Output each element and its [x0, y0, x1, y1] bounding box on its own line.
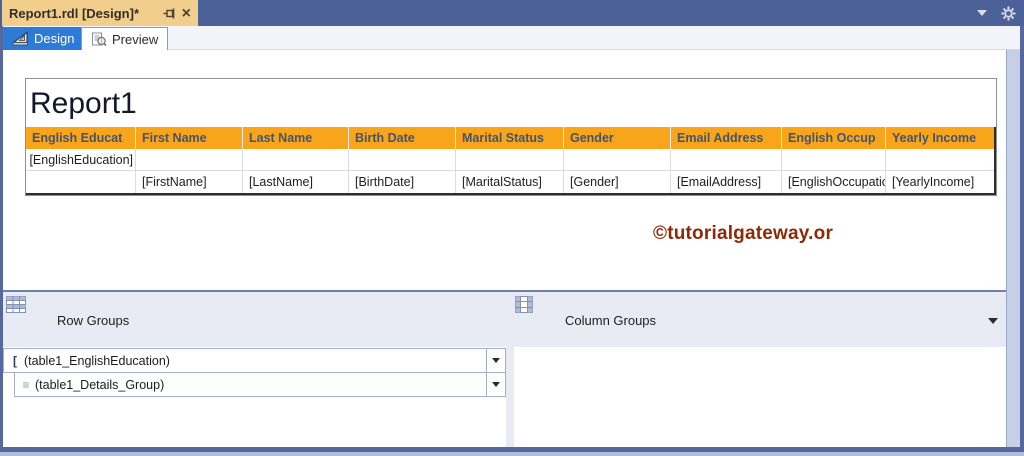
group-cell-empty[interactable]	[564, 149, 671, 171]
detail-cell[interactable]: [FirstName]	[136, 171, 243, 193]
detail-cell[interactable]: [LastName]	[243, 171, 349, 193]
table-header-row: English Educat First Name Last Name Birt…	[26, 127, 994, 149]
chevron-down-icon[interactable]	[977, 10, 987, 16]
header-cell[interactable]: First Name	[136, 127, 243, 149]
tab-design-label: Design	[34, 31, 75, 46]
report-title-textbox[interactable]: Report1	[26, 79, 996, 127]
row-group-item-english-education[interactable]: [ (table1_EnglishEducation)	[3, 348, 506, 373]
watermark-text: ©tutorialgateway.or	[653, 223, 834, 244]
window-left-border	[0, 26, 3, 447]
document-tab[interactable]: Report1.rdl [Design]* ×	[2, 0, 198, 26]
group-cell-empty[interactable]	[782, 149, 886, 171]
header-cell[interactable]: Birth Date	[349, 127, 456, 149]
column-groups-list	[514, 347, 1006, 447]
detail-cell[interactable]: [YearlyIncome]	[886, 171, 994, 193]
title-bar: Report1.rdl [Design]* ×	[0, 0, 1024, 26]
details-group-icon: ≡	[22, 377, 30, 392]
row-groups-title: Row Groups	[57, 313, 130, 328]
group-cell[interactable]: [EnglishEducation]	[26, 149, 136, 171]
grouping-pane: Row Groups Column Groups [ (table1_Engli…	[0, 290, 1024, 447]
report-designer-window: Report1.rdl [Design]* × Design Preview R…	[0, 0, 1024, 456]
details-row: [FirstName] [LastName] [BirthDate] [Mari…	[26, 171, 994, 193]
view-tab-strip: Design Preview	[0, 26, 1024, 50]
tab-preview[interactable]: Preview	[81, 27, 169, 50]
detail-cell[interactable]: [Gender]	[564, 171, 671, 193]
group-cell-text: [EnglishEducation]	[29, 153, 133, 167]
group-cell-empty[interactable]	[349, 149, 456, 171]
header-cell[interactable]: Gender	[564, 127, 671, 149]
document-tab-title: Report1.rdl [Design]*	[9, 5, 140, 21]
vertical-scrollbar[interactable]	[1006, 50, 1020, 447]
group-cell-empty[interactable]	[243, 149, 349, 171]
detail-cell[interactable]: [EnglishOccupation]	[782, 171, 886, 193]
pin-icon[interactable]	[163, 7, 176, 20]
gear-icon[interactable]	[1001, 6, 1016, 21]
group-cell-empty[interactable]	[886, 149, 994, 171]
header-cell[interactable]: Last Name	[243, 127, 349, 149]
group-cell-empty[interactable]	[671, 149, 782, 171]
detail-cell-empty[interactable]	[26, 171, 136, 193]
preview-magnifier-icon	[91, 32, 107, 47]
group-cell-empty[interactable]	[136, 149, 243, 171]
column-groups-chevron-icon[interactable]	[988, 318, 998, 324]
group-row: [EnglishEducation]	[26, 149, 994, 171]
row-group-dropdown-button[interactable]	[486, 349, 505, 372]
header-cell[interactable]: Email Address	[671, 127, 782, 149]
row-group-dropdown-button[interactable]	[486, 373, 505, 396]
group-bracket-icon: [	[13, 353, 17, 368]
tablix-table[interactable]: English Educat First Name Last Name Birt…	[26, 127, 996, 195]
report-canvas[interactable]: Report1 English Educat First Name Last N…	[25, 78, 997, 196]
chevron-down-icon	[492, 358, 500, 363]
tab-design[interactable]: Design	[3, 27, 84, 50]
tab-preview-label: Preview	[112, 31, 159, 47]
close-icon[interactable]: ×	[182, 5, 191, 21]
group-cell-empty[interactable]	[456, 149, 564, 171]
window-right-border	[1020, 26, 1024, 447]
row-group-item-details-group[interactable]: ≡ (table1_Details_Group)	[14, 372, 506, 397]
row-groups-list: [ (table1_EnglishEducation) ≡ (table1_De…	[3, 347, 506, 447]
detail-cell[interactable]: [MaritalStatus]	[456, 171, 564, 193]
header-cell[interactable]: English Occup	[782, 127, 886, 149]
detail-cell[interactable]: [BirthDate]	[349, 171, 456, 193]
chevron-down-icon	[492, 382, 500, 387]
row-groups-icon	[6, 296, 26, 318]
design-ruler-icon	[12, 31, 29, 46]
header-cell[interactable]: Marital Status	[456, 127, 564, 149]
detail-cell[interactable]: [EmailAddress]	[671, 171, 782, 193]
design-surface: Report1 English Educat First Name Last N…	[3, 50, 1020, 290]
column-groups-title: Column Groups	[565, 313, 657, 328]
column-groups-icon	[515, 296, 533, 318]
row-group-label: (table1_Details_Group)	[35, 377, 165, 392]
header-cell[interactable]: Yearly Income	[886, 127, 994, 149]
status-bar-lower	[0, 452, 1024, 456]
header-cell[interactable]: English Educat	[26, 127, 136, 149]
row-group-label: (table1_EnglishEducation)	[24, 353, 170, 368]
